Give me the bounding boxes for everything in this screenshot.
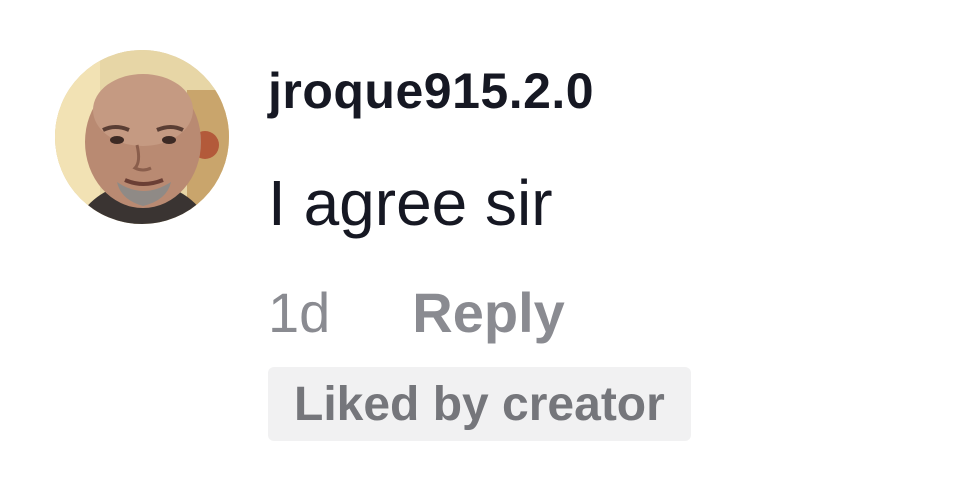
avatar-photo-icon	[55, 50, 229, 224]
comment-text: I agree sir	[268, 167, 553, 239]
user-avatar[interactable]	[55, 50, 229, 224]
comment-meta: 1d Reply	[268, 280, 565, 345]
comment-timestamp: 1d	[268, 281, 331, 344]
comment-item: jroque915.2.0 I agree sir 1d Reply Liked…	[0, 0, 980, 480]
reply-button[interactable]: Reply	[412, 280, 565, 345]
liked-by-creator-badge: Liked by creator	[268, 367, 691, 441]
comment-username[interactable]: jroque915.2.0	[268, 62, 594, 120]
